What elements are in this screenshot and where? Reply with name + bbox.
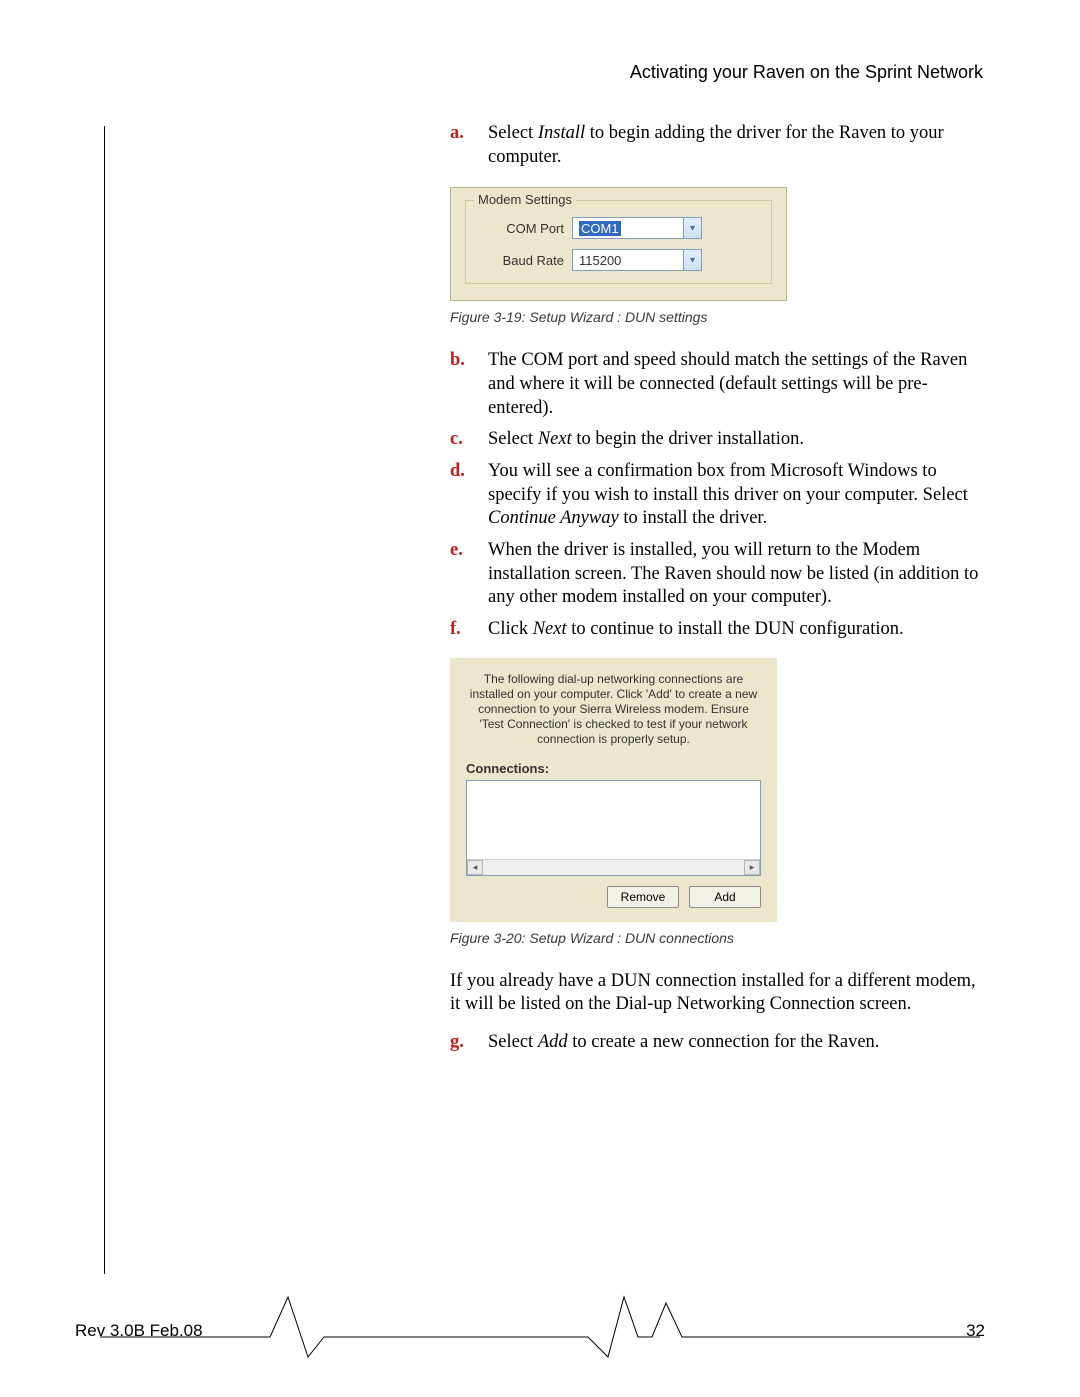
chevron-down-icon: ▾ <box>683 250 701 270</box>
add-button[interactable]: Add <box>689 886 761 908</box>
step-b: b. The COM port and speed should match t… <box>450 349 988 420</box>
figure-caption: Figure 3-20: Setup Wizard : DUN connecti… <box>450 930 988 946</box>
com-port-label: COM Port <box>480 221 564 236</box>
step-f: f. Click Next to continue to install the… <box>450 618 988 642</box>
scroll-left-icon[interactable]: ◂ <box>467 860 483 875</box>
group-legend: Modem Settings <box>474 192 576 207</box>
scroll-right-icon[interactable]: ▸ <box>744 860 760 875</box>
step-d: d. You will see a confirmation box from … <box>450 460 988 531</box>
figure-dun-connections: The following dial-up networking connect… <box>450 658 777 922</box>
step-body: The COM port and speed should match the … <box>488 349 988 420</box>
baud-rate-value: 115200 <box>579 253 621 268</box>
step-marker: g. <box>450 1031 488 1055</box>
figure-modem-settings: Modem Settings COM Port COM1 ▾ Baud Rate… <box>450 187 787 301</box>
page-header: Activating your Raven on the Sprint Netw… <box>630 62 983 83</box>
margin-rule <box>104 126 105 1274</box>
step-c: c. Select Next to begin the driver insta… <box>450 428 988 452</box>
step-body: Click Next to continue to install the DU… <box>488 618 988 642</box>
step-body: Select Next to begin the driver installa… <box>488 428 988 452</box>
text: Click <box>488 619 533 639</box>
text: to continue to install the DUN configu­r… <box>567 619 904 639</box>
footer-decoration <box>100 1291 980 1359</box>
text: You will see a confirmation box from Mic… <box>488 461 968 505</box>
step-e: e. When the driver is installed, you wil… <box>450 539 988 610</box>
text: to create a new connection for the Raven… <box>568 1032 880 1052</box>
paragraph: If you already have a DUN connection ins… <box>450 970 988 1017</box>
step-body: You will see a confirmation box from Mic… <box>488 460 988 531</box>
baud-rate-row: Baud Rate 115200 ▾ <box>480 249 757 271</box>
com-port-row: COM Port COM1 ▾ <box>480 217 757 239</box>
connections-list[interactable]: ◂ ▸ <box>466 780 761 876</box>
button-row: Remove Add <box>466 886 761 908</box>
emphasis: Add <box>538 1032 568 1052</box>
step-g: g. Select Add to create a new connection… <box>450 1031 988 1055</box>
emphasis: Next <box>538 429 572 449</box>
text: to install the driver. <box>619 508 768 528</box>
remove-button[interactable]: Remove <box>607 886 679 908</box>
text: Select <box>488 1032 538 1052</box>
com-port-value: COM1 <box>579 221 621 236</box>
connections-intro: The following dial-up networking connect… <box>466 672 761 747</box>
step-a: a. Select Install to begin adding the dr… <box>450 122 988 169</box>
step-marker: f. <box>450 618 488 642</box>
step-marker: e. <box>450 539 488 610</box>
step-body: When the driver is installed, you will r… <box>488 539 988 610</box>
com-port-select[interactable]: COM1 ▾ <box>572 217 702 239</box>
emphasis: Install <box>538 123 585 143</box>
baud-rate-label: Baud Rate <box>480 253 564 268</box>
main-content: a. Select Install to begin adding the dr… <box>450 122 988 1063</box>
emphasis: Next <box>533 619 567 639</box>
step-marker: a. <box>450 122 488 169</box>
baud-rate-select[interactable]: 115200 ▾ <box>572 249 702 271</box>
text: Select <box>488 123 538 143</box>
page: Activating your Raven on the Sprint Netw… <box>0 0 1080 1397</box>
horizontal-scrollbar[interactable]: ◂ ▸ <box>467 859 760 875</box>
modem-settings-group: Modem Settings COM Port COM1 ▾ Baud Rate… <box>465 200 772 284</box>
step-marker: c. <box>450 428 488 452</box>
chevron-down-icon: ▾ <box>683 218 701 238</box>
text: Select <box>488 429 538 449</box>
step-body: Select Install to begin adding the drive… <box>488 122 988 169</box>
figure-caption: Figure 3-19: Setup Wizard : DUN settings <box>450 309 988 325</box>
text: to begin the driver installation. <box>572 429 804 449</box>
step-body: Select Add to create a new connection fo… <box>488 1031 988 1055</box>
emphasis: Continue Anyway <box>488 508 619 528</box>
connections-label: Connections: <box>466 761 761 776</box>
step-marker: d. <box>450 460 488 531</box>
step-marker: b. <box>450 349 488 420</box>
